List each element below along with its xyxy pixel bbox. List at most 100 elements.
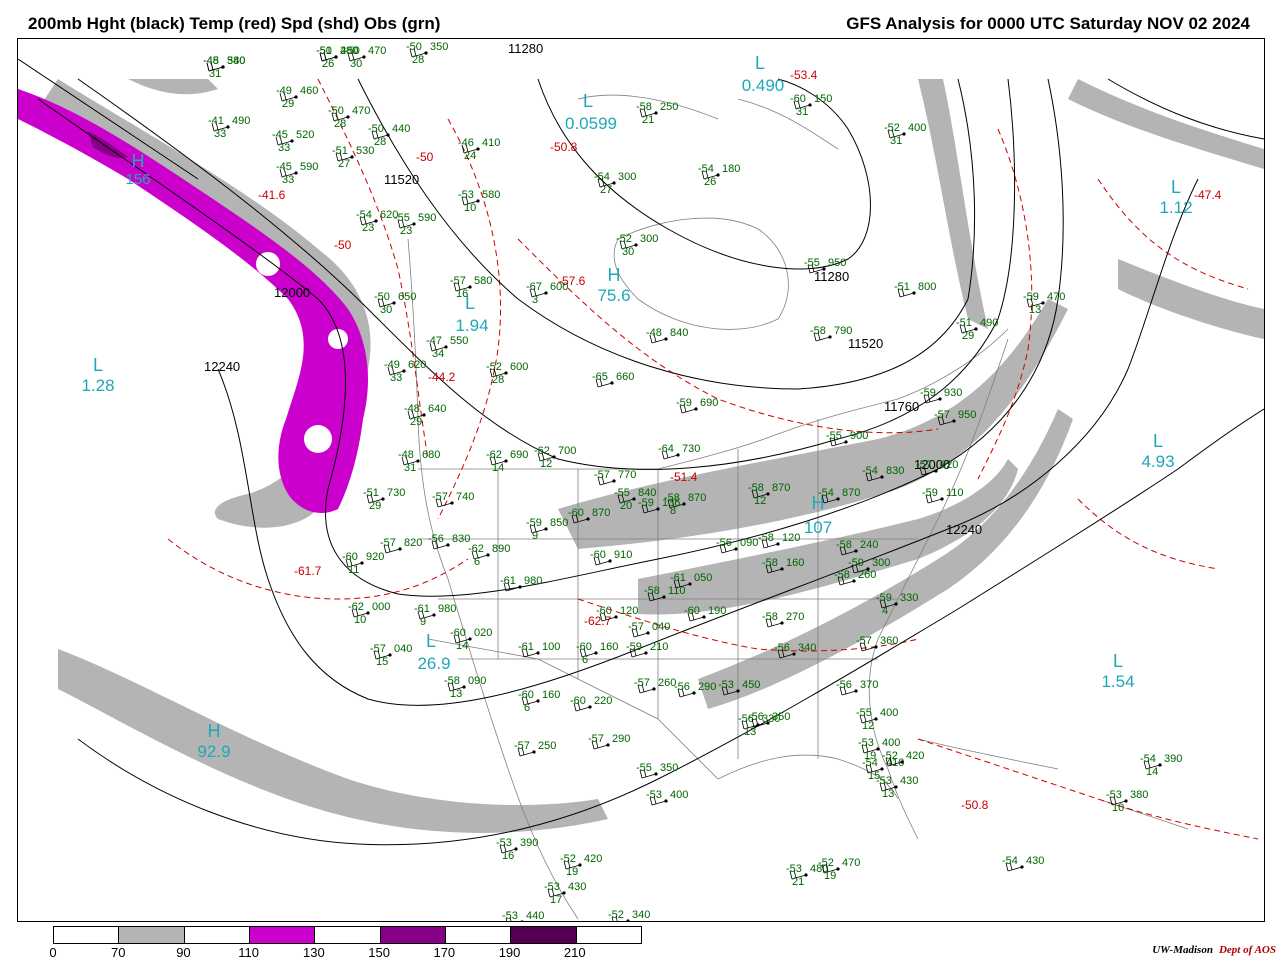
observation-dewpoint: 20 xyxy=(620,500,632,512)
station-observation: -50 350 28 xyxy=(406,41,448,66)
observation-height: 360 xyxy=(880,635,898,647)
observation-height: 380 xyxy=(1130,789,1148,801)
jet-shading-ne xyxy=(1068,79,1264,169)
station-observation: -61 980 xyxy=(500,575,542,592)
observation-height: 470 xyxy=(352,105,370,117)
observation-dewpoint: 31 xyxy=(796,106,808,118)
observation-height: 440 xyxy=(526,910,544,921)
colorbar-segment xyxy=(54,927,120,943)
observation-temperature: -50 xyxy=(374,291,390,303)
station-observation: -57 040 xyxy=(628,621,670,638)
observation-height: 000 xyxy=(372,601,390,613)
map-title-right: GFS Analysis for 0000 UTC Saturday NOV 0… xyxy=(846,14,1250,33)
temperature-label: -50 xyxy=(334,238,352,252)
observation-temperature: -61 xyxy=(518,641,534,653)
observation-temperature: -56 xyxy=(716,537,732,549)
observation-dewpoint: 29 xyxy=(410,416,422,428)
observation-height: 400 xyxy=(882,737,900,749)
observation-temperature: -62 xyxy=(468,543,484,555)
height-label: 12000 xyxy=(274,285,310,300)
station-observation: -53 380 10 xyxy=(1106,789,1148,814)
observation-temperature: -58 xyxy=(644,585,660,597)
station-observation: -62 000 10 xyxy=(348,601,390,626)
observation-temperature: -59 xyxy=(876,592,892,604)
observation-temperature: -55 xyxy=(614,487,630,499)
station-observation: -55 400 12 xyxy=(856,707,898,732)
observation-temperature: -61 xyxy=(670,572,686,584)
observation-temperature: -58 xyxy=(834,569,850,581)
observation-dewpoint: 13 xyxy=(744,726,756,738)
observation-height: 730 xyxy=(387,487,405,499)
observation-temperature: -49 xyxy=(384,359,400,371)
station-observation: -48 640 29 xyxy=(404,403,446,428)
observation-temperature: -57 xyxy=(634,677,650,689)
observation-dewpoint: 28 xyxy=(334,118,346,130)
observation-temperature: -45 xyxy=(203,55,219,67)
low-center-letter: L xyxy=(1113,651,1123,671)
observation-temperature: -60 xyxy=(590,549,606,561)
high-center-value: 75.6 xyxy=(597,286,630,305)
observation-height: 300 xyxy=(640,233,658,245)
station-observation: -60 910 xyxy=(590,549,632,566)
low-center-letter: L xyxy=(1171,177,1181,197)
high-center-value: 92.9 xyxy=(197,742,230,761)
observation-height: 450 xyxy=(742,679,760,691)
observation-height: 870 xyxy=(592,507,610,519)
observation-dewpoint: 34 xyxy=(432,348,444,360)
observation-temperature: -54 xyxy=(818,487,834,499)
temperature-label: -47.4 xyxy=(1194,188,1222,202)
station-observation: -57 040 15 xyxy=(370,643,412,668)
observation-height: 600 xyxy=(510,361,528,373)
observation-height: 120 xyxy=(782,532,800,544)
observation-temperature: -50 xyxy=(328,105,344,117)
station-observation: -58 270 xyxy=(762,611,804,628)
observation-height: 040 xyxy=(394,643,412,655)
low-center-value: 1.54 xyxy=(1101,672,1134,691)
station-dot xyxy=(520,920,524,921)
observation-height: 370 xyxy=(860,679,878,691)
observation-dewpoint: 23 xyxy=(362,222,374,234)
observation-height: 910 xyxy=(614,549,632,561)
observation-dewpoint: 29 xyxy=(282,98,294,110)
observation-dewpoint: 29 xyxy=(962,330,974,342)
observation-height: 850 xyxy=(550,517,568,529)
station-observation: -59 850 9 xyxy=(526,517,568,542)
observation-dewpoint: 23 xyxy=(400,225,412,237)
observation-temperature: -59 xyxy=(848,557,864,569)
observation-dewpoint: 21 xyxy=(642,114,654,126)
observation-temperature: -57 xyxy=(628,621,644,633)
observation-temperature: -60 xyxy=(518,689,534,701)
station-observation: -65 660 xyxy=(592,371,634,388)
station-observation: -53 390 16 xyxy=(496,837,538,862)
observation-height: 620 xyxy=(408,359,426,371)
jet-core-hole-2 xyxy=(304,425,332,453)
station-observation: -50 650 30 xyxy=(374,291,416,316)
colorbar-segment xyxy=(249,927,316,943)
height-label: 12240 xyxy=(946,522,982,537)
observation-height: 390 xyxy=(1164,753,1182,765)
observation-height: 690 xyxy=(700,397,718,409)
observation-temperature: -51 xyxy=(894,281,910,293)
observation-temperature: -55 xyxy=(394,212,410,224)
temperature-label: -50.8 xyxy=(961,798,989,812)
observation-height: 440 xyxy=(392,123,410,135)
observation-dewpoint: 10 xyxy=(464,202,476,214)
station-observation: -52 420 19 xyxy=(560,853,602,878)
observation-temperature: -52 xyxy=(818,857,834,869)
observation-dewpoint: 30 xyxy=(380,304,392,316)
observation-height: 300 xyxy=(872,557,890,569)
colorbar-tick-label: 130 xyxy=(303,945,325,960)
station-observation: -57 820 xyxy=(380,537,422,554)
observation-temperature: -53 xyxy=(496,837,512,849)
observation-height: 100 xyxy=(542,641,560,653)
station-observation: -51 730 29 xyxy=(363,487,405,512)
observation-height: 590 xyxy=(300,161,318,173)
observation-temperature: -58 xyxy=(758,532,774,544)
observation-temperature: -52 xyxy=(882,750,898,762)
observation-temperature: -53 xyxy=(786,863,802,875)
station-observation: -51 530 27 xyxy=(332,145,374,170)
observation-height: 730 xyxy=(682,443,700,455)
observation-temperature: -50 xyxy=(406,41,422,53)
observation-height: 280 xyxy=(340,45,358,57)
observation-temperature: -61 xyxy=(414,603,430,615)
